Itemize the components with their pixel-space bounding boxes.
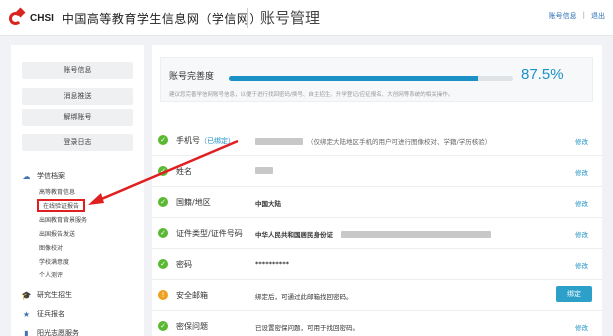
sidebar-sub-personal-test[interactable]: 个人测评 bbox=[39, 270, 63, 279]
edit-phone-link[interactable]: 修改 bbox=[575, 136, 588, 146]
id-type: 中华人民共和国居民身份证 bbox=[255, 231, 333, 239]
header-bar: CHSI 中国高等教育学生信息网（学信网） 账号管理 账号信息 | 退出 bbox=[0, 0, 613, 36]
sidebar: 账号信息 消息推送 解绑账号 登录日志 ☁ 学信档案 高等教育信息 在线验证报告… bbox=[11, 45, 144, 336]
section-label: 研究生招生 bbox=[37, 291, 72, 299]
main-panel: 账号完善度 87.5% 建议您完善学信网账号信息，以便于进行找回密码/换号、自主… bbox=[152, 45, 602, 336]
completeness-panel: 账号完善度 87.5% 建议您完善学信网账号信息，以便于进行找回密码/换号、自主… bbox=[160, 57, 593, 102]
sidebar-section-grad-admission[interactable]: 🎓 研究生招生 bbox=[22, 290, 72, 300]
sidebar-sub-image-check[interactable]: 图像校对 bbox=[39, 243, 63, 252]
security-question-label: 密保问题 bbox=[176, 322, 208, 331]
chsi-logo-icon bbox=[8, 7, 28, 27]
sidebar-sub-school-satisfaction[interactable]: 学校满意度 bbox=[39, 257, 69, 266]
id-document-label: 证件类型/证件号码 bbox=[176, 229, 243, 238]
password-value: ********** bbox=[255, 260, 289, 268]
id-document-value: 中华人民共和国居民身份证 bbox=[255, 229, 491, 239]
logout-link[interactable]: 退出 bbox=[591, 11, 605, 21]
row-security-email: ! 安全邮箱 绑定后，可通过此邮箱找回密码。 绑定 bbox=[152, 280, 602, 311]
check-icon: ✓ bbox=[158, 321, 168, 331]
warning-icon: ! bbox=[158, 290, 168, 300]
edit-region-link[interactable]: 修改 bbox=[575, 198, 588, 208]
password-label: 密码 bbox=[176, 260, 192, 269]
section-label: 学信档案 bbox=[37, 172, 65, 180]
row-name: ✓ 姓名 修改 bbox=[152, 156, 602, 187]
check-icon: ✓ bbox=[158, 259, 168, 269]
sidebar-section-xuexin-archive[interactable]: ☁ 学信档案 bbox=[22, 171, 66, 181]
security-email-label: 安全邮箱 bbox=[176, 291, 208, 300]
check-icon: ✓ bbox=[158, 135, 168, 145]
edit-id-link[interactable]: 修改 bbox=[575, 229, 588, 239]
name-label: 姓名 bbox=[176, 167, 192, 176]
edit-password-link[interactable]: 修改 bbox=[575, 260, 588, 270]
row-label: 手机号（已绑定） bbox=[176, 135, 235, 146]
sidebar-item-login-log[interactable]: 登录日志 bbox=[22, 134, 133, 151]
sidebar-section-conscription[interactable]: ★ 征兵报名 bbox=[22, 309, 65, 319]
phone-note: （仅绑定大陆地区手机的用户可进行图像校对、学籍/学历核验） bbox=[307, 138, 492, 146]
phone-label: 手机号 bbox=[176, 136, 200, 145]
completeness-tip: 建议您完善学信网账号信息，以便于进行找回密码/换号、自主招生、升学登记/应征报名… bbox=[169, 92, 454, 98]
sidebar-sub-abroad-report-send[interactable]: 出国报告发送 bbox=[39, 229, 75, 238]
sidebar-item-message-push[interactable]: 消息推送 bbox=[22, 88, 133, 105]
security-question-value: 已设置密保问题，可用于找回密码。 bbox=[255, 324, 359, 332]
completeness-bar-fill bbox=[229, 76, 478, 81]
sidebar-item-unbind-account[interactable]: 解绑账号 bbox=[22, 109, 133, 126]
section-label: 征兵报名 bbox=[37, 310, 65, 318]
check-icon: ✓ bbox=[158, 228, 168, 238]
sidebar-sub-higher-edu-info[interactable]: 高等教育信息 bbox=[39, 187, 75, 196]
star-icon: ★ bbox=[22, 309, 31, 319]
row-security-question: ✓ 密保问题 已设置密保问题，可用于找回密码。 修改 bbox=[152, 311, 602, 336]
masked-phone bbox=[255, 137, 303, 145]
security-email-value: 绑定后，可通过此邮箱找回密码。 bbox=[255, 293, 353, 301]
region-label: 国籍/地区 bbox=[176, 198, 211, 207]
top-links: 账号信息 | 退出 bbox=[549, 11, 605, 21]
site-name: 中国高等教育学生信息网（学信网） bbox=[61, 11, 262, 26]
edit-question-link[interactable]: 修改 bbox=[575, 322, 588, 332]
completeness-label: 账号完善度 bbox=[169, 72, 215, 82]
phone-value: （仅绑定大陆地区手机的用户可进行图像校对、学籍/学历核验） bbox=[255, 136, 491, 146]
bookmark-icon: ▮ bbox=[24, 328, 29, 336]
graduation-cap-icon: 🎓 bbox=[21, 290, 32, 300]
phone-bound-hint: （已绑定） bbox=[200, 137, 235, 145]
sidebar-section-sunshine-volunteer[interactable]: ▮ 阳光志愿服务 bbox=[22, 328, 79, 336]
row-region: ✓ 国籍/地区 中国大陆 修改 bbox=[152, 187, 602, 218]
region-value: 中国大陆 bbox=[255, 200, 281, 208]
row-phone: ✓ 手机号（已绑定） （仅绑定大陆地区手机的用户可进行图像校对、学籍/学历核验）… bbox=[152, 125, 602, 156]
section-label: 阳光志愿服务 bbox=[37, 329, 79, 336]
name-value bbox=[255, 167, 273, 174]
masked-name bbox=[255, 167, 273, 174]
row-password: ✓ 密码 ********** 修改 bbox=[152, 249, 602, 280]
link-separator: | bbox=[582, 11, 585, 19]
masked-id-number bbox=[341, 230, 491, 238]
completeness-bar bbox=[229, 76, 513, 81]
check-icon: ✓ bbox=[158, 197, 168, 207]
account-info-link[interactable]: 账号信息 bbox=[549, 11, 577, 21]
sidebar-sub-online-verify-report[interactable]: 在线验证报告 bbox=[37, 199, 86, 212]
check-icon: ✓ bbox=[158, 166, 168, 176]
bind-email-button[interactable]: 绑定 bbox=[556, 286, 592, 302]
row-id-document: ✓ 证件类型/证件号码 中华人民共和国居民身份证 修改 bbox=[152, 218, 602, 249]
completeness-value: 87.5% bbox=[521, 66, 564, 83]
edit-name-link[interactable]: 修改 bbox=[575, 167, 588, 177]
sidebar-item-account-info[interactable]: 账号信息 bbox=[22, 62, 133, 79]
site-logo[interactable]: CHSI 中国高等教育学生信息网（学信网） bbox=[8, 7, 262, 27]
sidebar-sub-abroad-edu-service[interactable]: 出国教育背景服务 bbox=[39, 215, 87, 224]
logo-text: CHSI bbox=[30, 12, 54, 24]
page-title: 账号管理 bbox=[247, 8, 320, 28]
cloud-icon: ☁ bbox=[22, 171, 31, 181]
